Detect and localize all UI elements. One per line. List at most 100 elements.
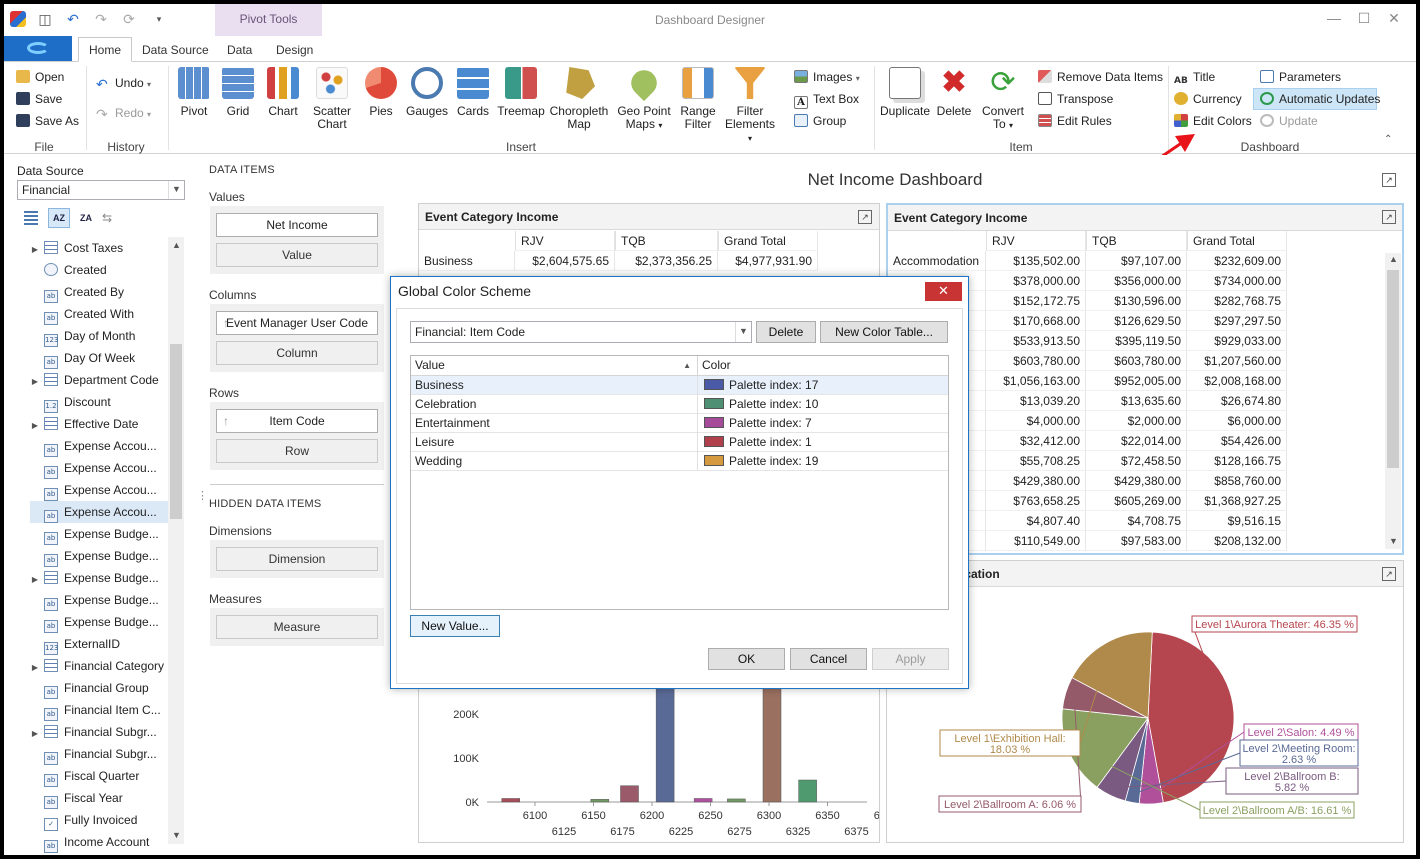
field-item[interactable]: ab Expense Budge...: [30, 523, 168, 545]
new-value-button[interactable]: New Value...: [410, 615, 500, 637]
color-scheme-row[interactable]: Wedding Palette index: 19: [411, 452, 948, 471]
field-item[interactable]: ab Financial Item C...: [30, 699, 168, 721]
field-item[interactable]: ab Expense Budge...: [30, 611, 168, 633]
automatic-updates-button[interactable]: Automatic Updates: [1253, 88, 1380, 110]
field-item[interactable]: 1.2 Discount: [30, 391, 168, 413]
right-grid-scroll-thumb[interactable]: [1387, 270, 1399, 468]
delete-color-table-button[interactable]: Delete: [756, 321, 816, 343]
bar[interactable]: [620, 785, 639, 803]
scroll-down-icon[interactable]: ▼: [172, 830, 181, 840]
left-grid-column-header[interactable]: Grand Total: [718, 231, 818, 251]
group-button[interactable]: Group: [794, 111, 846, 131]
expand-arrow-icon[interactable]: ▶: [30, 371, 40, 391]
rows-placeholder[interactable]: Row: [216, 439, 378, 463]
drag-handle-icon[interactable]: ⋮: [197, 491, 208, 502]
field-item[interactable]: ab Financial Group: [30, 677, 168, 699]
text-box-button[interactable]: A Text Box: [794, 89, 859, 109]
color-scheme-color-cell[interactable]: Palette index: 17: [697, 376, 818, 395]
color-table-select[interactable]: Financial: Item Code ▼: [410, 321, 752, 343]
color-scheme-color-cell[interactable]: Palette index: 19: [697, 452, 818, 471]
apply-button[interactable]: Apply: [872, 648, 949, 670]
cards-button[interactable]: Cards: [452, 67, 494, 118]
save-button[interactable]: Save: [16, 89, 62, 109]
values-item-net-income[interactable]: Net Income: [216, 213, 378, 237]
close-icon[interactable]: ✕: [1382, 10, 1406, 27]
values-placeholder[interactable]: Value: [216, 243, 378, 267]
undo-icon[interactable]: ↶: [64, 10, 82, 28]
images-button[interactable]: Images ▾: [794, 67, 860, 87]
field-item[interactable]: ab Created With: [30, 303, 168, 325]
scroll-down-icon[interactable]: ▼: [1389, 536, 1398, 546]
field-item[interactable]: ab Expense Accou...: [30, 435, 168, 457]
tab-data[interactable]: Data: [217, 40, 262, 62]
color-scheme-row[interactable]: Business Palette index: 17: [411, 376, 948, 395]
left-grid-column-header[interactable]: RJV: [515, 231, 615, 251]
export-icon[interactable]: ↗: [858, 210, 872, 224]
choropleth-map-button[interactable]: Choropleth Map: [549, 67, 609, 131]
sort-descending-icon[interactable]: ZA: [78, 211, 94, 225]
color-scheme-color-cell[interactable]: Palette index: 7: [697, 414, 812, 433]
color-scheme-row[interactable]: Leisure Palette index: 1: [411, 433, 948, 452]
field-item[interactable]: ab Created By: [30, 281, 168, 303]
convert-to-button[interactable]: ⟳ Convert To ▾: [978, 67, 1028, 132]
refresh-fields-icon[interactable]: ⇆: [102, 211, 116, 225]
undo-button[interactable]: ↶ Undo ▾: [96, 73, 151, 93]
maximize-icon[interactable]: ☐: [1352, 10, 1376, 27]
dimensions-placeholder[interactable]: Dimension: [216, 547, 378, 571]
bar[interactable]: [501, 798, 520, 803]
update-button[interactable]: Update: [1260, 111, 1318, 131]
pie-slice[interactable]: [1147, 631, 1235, 804]
geo-point-maps-button[interactable]: Geo Point Maps ▾: [614, 64, 674, 132]
field-item[interactable]: ab Expense Budge...: [30, 545, 168, 567]
columns-item-event-manager[interactable]: ↑ Event Manager User Code: [216, 311, 378, 335]
bar[interactable]: [798, 779, 817, 803]
redo-button[interactable]: ↷ Redo ▾: [96, 103, 151, 123]
remove-data-items-button[interactable]: Remove Data Items: [1038, 67, 1163, 87]
title-button[interactable]: AB Title: [1174, 67, 1215, 87]
delete-button[interactable]: ✖ Delete: [932, 67, 976, 118]
export-icon[interactable]: ↗: [1382, 210, 1396, 224]
left-grid-column-header[interactable]: TQB: [615, 231, 718, 251]
minimize-icon[interactable]: —: [1322, 10, 1346, 26]
refresh-icon[interactable]: ⟳: [120, 10, 138, 28]
color-scheme-row[interactable]: Celebration Palette index: 10: [411, 395, 948, 414]
expand-arrow-icon[interactable]: ▶: [30, 657, 40, 677]
field-item[interactable]: ab Fiscal Year: [30, 787, 168, 809]
field-item[interactable]: 123 Day of Month: [30, 325, 168, 347]
chart-button[interactable]: Chart: [263, 67, 303, 118]
export-icon[interactable]: ↗: [1382, 567, 1396, 581]
redo-icon[interactable]: ↷: [92, 10, 110, 28]
field-item[interactable]: ✓ Fully Invoiced: [30, 809, 168, 831]
field-item[interactable]: ▶ Expense Budge...: [30, 567, 168, 589]
grid-button[interactable]: Grid: [218, 67, 258, 118]
field-item[interactable]: ab Expense Accou...: [30, 501, 168, 523]
measures-placeholder[interactable]: Measure: [216, 615, 378, 639]
group-view-icon[interactable]: [24, 211, 38, 225]
right-grid-column-header[interactable]: TQB: [1086, 231, 1187, 251]
field-tree-scrollbar[interactable]: [168, 237, 184, 844]
currency-button[interactable]: Currency: [1174, 89, 1242, 109]
collapse-ribbon-icon[interactable]: ⌃: [1384, 134, 1392, 145]
field-item[interactable]: ab Financial Subgr...: [30, 743, 168, 765]
ok-button[interactable]: OK: [708, 648, 785, 670]
new-color-table-button[interactable]: New Color Table...: [820, 321, 948, 343]
bar[interactable]: [693, 798, 713, 803]
field-item[interactable]: ▶ Financial Category: [30, 655, 168, 677]
color-scheme-color-cell[interactable]: Palette index: 1: [697, 433, 812, 452]
field-tree-scroll-thumb[interactable]: [170, 344, 182, 519]
transpose-button[interactable]: Transpose: [1038, 89, 1113, 109]
tab-design[interactable]: Design: [266, 40, 323, 62]
open-button[interactable]: Open: [16, 67, 64, 87]
customize-toolbar-icon[interactable]: ▾: [150, 10, 168, 28]
expand-arrow-icon[interactable]: ▶: [30, 723, 40, 743]
field-item[interactable]: ab Income Account: [30, 831, 168, 853]
field-item[interactable]: ab Day Of Week: [30, 347, 168, 369]
expand-arrow-icon[interactable]: ▶: [30, 239, 40, 259]
tab-data-source[interactable]: Data Source: [132, 40, 219, 62]
value-column-header[interactable]: Value ▲: [411, 356, 697, 376]
scroll-up-icon[interactable]: ▲: [1389, 254, 1398, 264]
pivot-button[interactable]: Pivot: [174, 67, 214, 118]
treemap-button[interactable]: Treemap: [497, 67, 545, 118]
field-item[interactable]: ▶ Effective Date: [30, 413, 168, 435]
field-item[interactable]: ▶ Financial Subgr...: [30, 721, 168, 743]
